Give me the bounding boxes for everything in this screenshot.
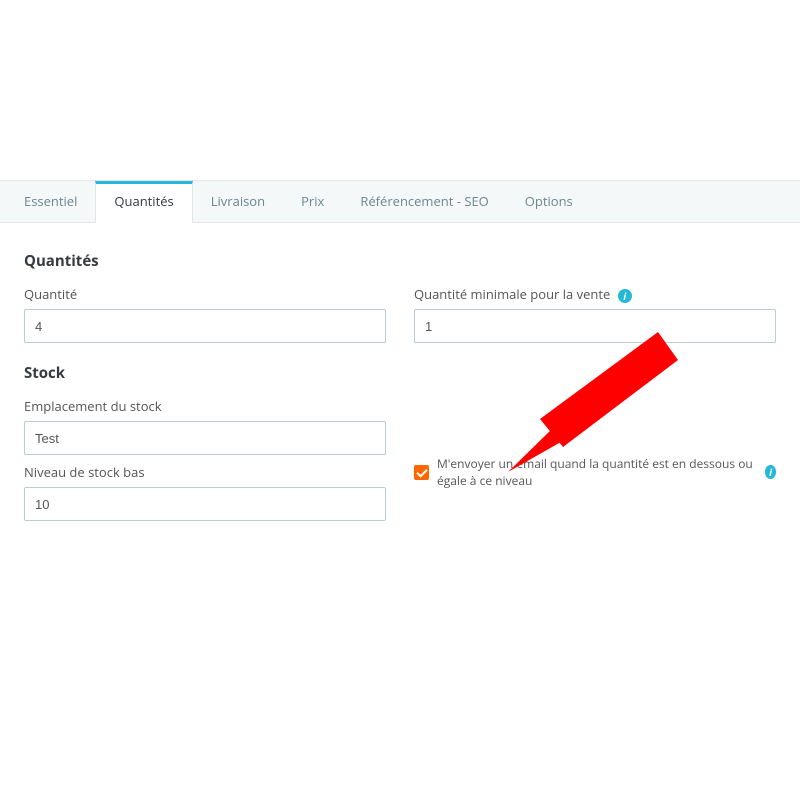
label-niveau-bas: Niveau de stock bas <box>24 463 145 481</box>
input-qte-min[interactable] <box>414 309 776 343</box>
tab-livraison[interactable]: Livraison <box>193 181 283 222</box>
label-qte-min: Quantité minimale pour la vente i <box>414 285 632 303</box>
info-icon[interactable]: i <box>765 465 776 479</box>
tab-seo[interactable]: Référencement - SEO <box>342 181 506 222</box>
tab-prix[interactable]: Prix <box>283 181 342 222</box>
label-quantite: Quantité <box>24 285 77 303</box>
section-heading-quantites: Quantités <box>24 251 776 271</box>
tab-essentiel[interactable]: Essentiel <box>6 181 95 222</box>
tab-options[interactable]: Options <box>507 181 591 222</box>
tab-quantites[interactable]: Quantités <box>95 181 192 223</box>
quantities-panel: Quantités Quantité Quantité minimale pou… <box>0 223 800 571</box>
input-emplacement[interactable] <box>24 421 386 455</box>
label-email-alert: M'envoyer un email quand la quantité est… <box>437 455 753 489</box>
info-icon[interactable]: i <box>618 289 632 303</box>
section-heading-stock: Stock <box>24 363 776 383</box>
checkbox-email-alert[interactable] <box>414 465 429 480</box>
input-quantite[interactable] <box>24 309 386 343</box>
product-tabs: Essentiel Quantités Livraison Prix Référ… <box>0 180 800 223</box>
label-emplacement: Emplacement du stock <box>24 397 162 415</box>
input-niveau-bas[interactable] <box>24 487 386 521</box>
label-qte-min-text: Quantité minimale pour la vente <box>414 285 610 303</box>
